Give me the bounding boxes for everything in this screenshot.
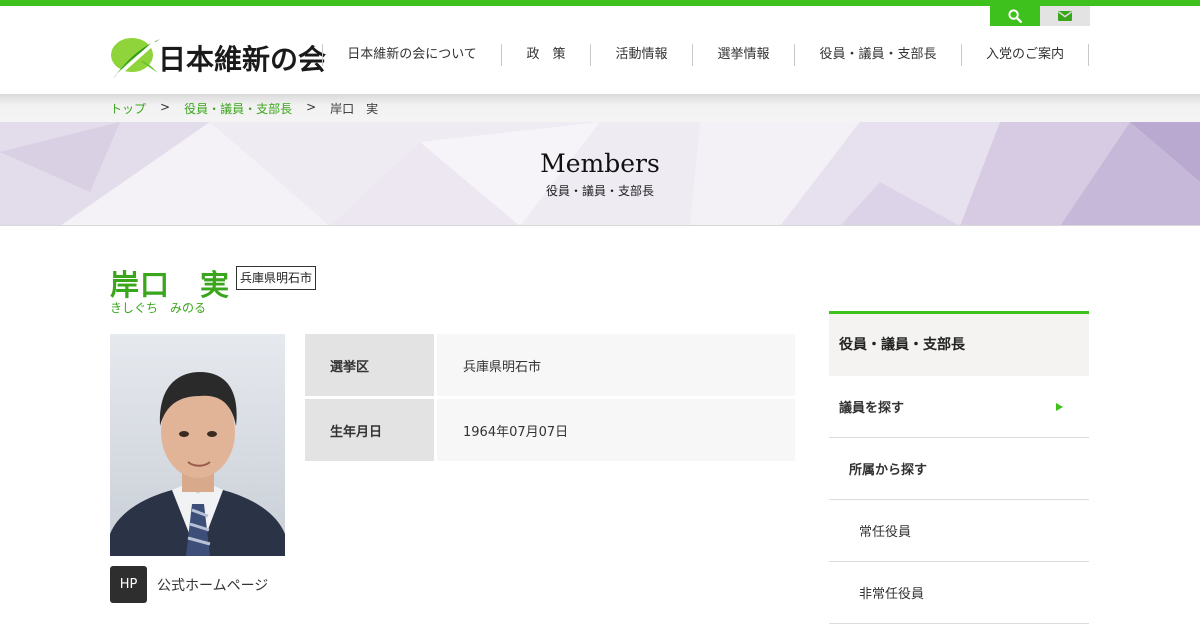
region-badge: 兵庫県明石市 xyxy=(236,266,317,290)
nav-policy[interactable]: 政 策 xyxy=(501,44,590,66)
member-name-kana: きしぐち みのる xyxy=(110,301,207,315)
sidebar-item-find-members[interactable]: 議員を探す xyxy=(829,376,1089,438)
detail-value-birthdate: 1964年07月07日 xyxy=(434,399,795,461)
breadcrumb-top[interactable]: トップ xyxy=(110,100,146,117)
logo-text: 日本維新の会 xyxy=(158,43,327,76)
sidebar-item-non-standing-officers[interactable]: 非常任役員 xyxy=(829,562,1089,624)
sidebar-title: 役員・議員・支部長 xyxy=(829,311,1089,376)
hp-icon: HP xyxy=(110,566,147,603)
hp-label: 公式ホームページ xyxy=(157,577,269,594)
breadcrumb: トップ > 役員・議員・支部長 > 岸口 実 xyxy=(110,100,378,117)
nav-members[interactable]: 役員・議員・支部長 xyxy=(794,44,961,66)
hero-title: Members xyxy=(540,149,660,178)
breadcrumb-current: 岸口 実 xyxy=(330,102,379,116)
table-row: 生年月日 1964年07月07日 xyxy=(305,399,795,461)
main-nav: 日本維新の会について 政 策 活動情報 選挙情報 役員・議員・支部長 入党のご案… xyxy=(322,44,1089,66)
nav-about[interactable]: 日本維新の会について xyxy=(322,44,501,66)
sidebar-item-standing-officers[interactable]: 常任役員 xyxy=(829,500,1089,562)
official-website-link[interactable]: HP 公式ホームページ xyxy=(110,566,268,603)
member-name: 岸口 実 xyxy=(110,268,231,302)
triangle-right-icon xyxy=(1056,403,1063,411)
nav-join[interactable]: 入党のご案内 xyxy=(961,44,1089,66)
sidebar-item-label: 常任役員 xyxy=(859,525,912,540)
hero-subtitle: 役員・議員・支部長 xyxy=(545,184,654,198)
nav-activities[interactable]: 活動情報 xyxy=(590,44,692,66)
sidebar: 役員・議員・支部長 議員を探す 所属から探す 常任役員 非常任役員 xyxy=(829,311,1089,624)
sidebar-item-by-affiliation[interactable]: 所属から探す xyxy=(829,438,1089,500)
nav-elections[interactable]: 選挙情報 xyxy=(692,44,794,66)
sidebar-item-label: 所属から探す xyxy=(849,463,928,478)
profile-table: 選挙区 兵庫県明石市 生年月日 1964年07月07日 xyxy=(305,331,795,464)
sidebar-item-label: 議員を探す xyxy=(839,401,905,416)
logo-leaf-icon xyxy=(111,38,160,79)
detail-value-district: 兵庫県明石市 xyxy=(434,334,795,396)
member-photo xyxy=(110,334,285,556)
site-logo[interactable]: 日本維新の会 xyxy=(110,33,326,83)
breadcrumb-separator: > xyxy=(160,100,171,114)
page-hero: Members 役員・議員・支部長 xyxy=(0,122,1200,226)
breadcrumb-separator: > xyxy=(306,100,317,114)
breadcrumb-members[interactable]: 役員・議員・支部長 xyxy=(184,100,292,117)
sidebar-item-label: 非常任役員 xyxy=(859,587,925,602)
detail-label-district: 選挙区 xyxy=(305,334,434,396)
site-header: 日本維新の会 日本維新の会について 政 策 活動情報 選挙情報 役員・議員・支部… xyxy=(0,6,1200,94)
table-row: 選挙区 兵庫県明石市 xyxy=(305,334,795,396)
detail-label-birthdate: 生年月日 xyxy=(305,399,434,461)
member-portrait xyxy=(110,334,285,556)
